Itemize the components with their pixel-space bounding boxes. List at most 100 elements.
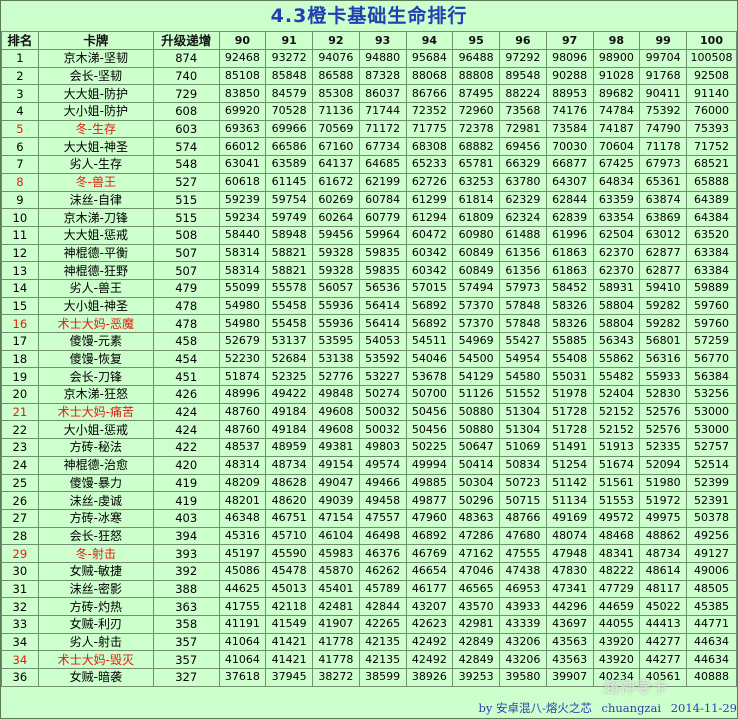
rank-cell: 2 (1, 66, 39, 86)
level-value-cell: 55458 (265, 314, 314, 333)
level-value-cell: 38926 (405, 668, 454, 687)
table-row: 2 会长-坚韧 740 85108 85848 86588 87328 88068 88808 8… (1, 66, 737, 86)
level-value-cell: 51254 (545, 455, 594, 475)
rank-cell: 15 (1, 296, 39, 316)
level-value-cell: 47557 (358, 508, 407, 528)
level-value-cell: 70030 (545, 137, 594, 157)
level-value-cell: 92508 (686, 66, 737, 86)
level-value-cell: 49039 (312, 491, 360, 510)
table-row: 4 大小姐-防护 608 69920 70528 71136 71744 72352 72960… (1, 102, 737, 121)
level-value-cell: 58314 (218, 261, 267, 280)
level-value-cell: 58931 (592, 278, 641, 298)
level-value-cell: 64137 (312, 155, 360, 174)
level-value-cell: 97292 (499, 49, 547, 68)
level-value-cell: 60784 (358, 190, 407, 210)
card-name-cell: 方砖-秘法 (37, 438, 154, 457)
level-value-cell: 57370 (452, 314, 501, 333)
rank-cell: 14 (1, 278, 39, 298)
level-value-cell: 54046 (405, 349, 454, 369)
level-value-cell: 71178 (639, 137, 688, 157)
sheet-title: 4.3橙卡基础生命排行 (1, 1, 737, 32)
level-value-cell: 49184 (265, 420, 314, 440)
card-name-cell: 劣人-射击 (37, 632, 154, 652)
level-value-cell: 50274 (358, 385, 407, 404)
level-value-cell: 45316 (218, 526, 267, 546)
level-value-cell: 67734 (358, 137, 407, 157)
level-value-cell: 46654 (405, 561, 454, 581)
level-value-cell: 53137 (265, 332, 314, 351)
card-name-cell: 沫丝-自律 (37, 190, 154, 210)
level-value-cell: 62839 (545, 208, 594, 227)
increment-cell: 548 (152, 155, 220, 174)
level-value-cell: 46953 (499, 579, 547, 599)
level-value-cell: 39580 (499, 668, 547, 687)
level-value-cell: 48209 (218, 473, 267, 493)
level-value-cell: 59835 (358, 243, 407, 263)
card-name-cell: 神棍德-狂野 (37, 261, 154, 280)
level-value-cell: 60849 (452, 261, 501, 280)
table-row: 22 大小姐-惩戒 424 48760 49184 49608 50032 50456 5088… (1, 420, 737, 440)
column-header: 排名 (1, 31, 39, 50)
level-value-cell: 41778 (312, 650, 360, 670)
level-value-cell: 60264 (312, 208, 360, 227)
card-name-cell: 会长-狂怒 (37, 526, 154, 546)
level-value-cell: 96488 (452, 49, 501, 68)
increment-cell: 388 (152, 579, 220, 599)
table-row: 23 方砖-秘法 422 48537 48959 49381 49803 50225 50647… (1, 438, 737, 457)
level-value-cell: 59282 (639, 296, 688, 316)
rank-cell: 29 (1, 544, 39, 563)
level-value-cell: 43920 (592, 650, 641, 670)
table-row: 34 术士大妈-毁灭 357 41064 41421 41778 42135 42492 428… (1, 650, 737, 670)
level-value-cell: 51728 (545, 420, 594, 440)
level-value-cell: 44634 (686, 650, 737, 670)
level-value-cell: 47341 (545, 579, 594, 599)
level-value-cell: 53256 (686, 385, 737, 404)
rank-cell: 16 (1, 314, 39, 333)
level-value-cell: 54500 (452, 349, 501, 369)
level-value-cell: 86037 (358, 84, 407, 104)
level-value-cell: 68882 (452, 137, 501, 157)
level-value-cell: 67425 (592, 155, 641, 174)
level-value-cell: 46262 (358, 561, 407, 581)
increment-cell: 422 (152, 438, 220, 457)
level-value-cell: 49572 (592, 508, 641, 528)
level-value-cell: 49127 (686, 544, 737, 563)
level-value-cell: 45385 (686, 597, 737, 616)
level-value-cell: 49975 (639, 508, 688, 528)
level-value-cell: 54980 (218, 296, 267, 316)
level-value-cell: 50647 (452, 438, 501, 457)
level-value-cell: 66012 (218, 137, 267, 157)
level-value-cell: 49803 (358, 438, 407, 457)
card-name-cell: 大小姐-神圣 (37, 296, 154, 316)
level-value-cell: 71752 (686, 137, 737, 157)
level-value-cell: 47729 (592, 579, 641, 599)
level-value-cell: 50032 (358, 420, 407, 440)
level-value-cell: 89682 (592, 84, 641, 104)
level-value-cell: 52576 (639, 402, 688, 422)
level-value-cell: 62199 (358, 172, 407, 192)
level-value-cell: 60849 (452, 243, 501, 263)
watermark: 超神导卡 (604, 678, 669, 696)
increment-cell: 419 (152, 491, 220, 510)
level-value-cell: 55458 (265, 296, 314, 316)
level-value-cell: 67973 (639, 155, 688, 174)
table-row: 31 沫丝-密影 388 44625 45013 45401 45789 46177 46565… (1, 579, 737, 599)
level-value-cell: 62324 (499, 208, 547, 227)
level-value-cell: 85308 (312, 84, 360, 104)
level-value-cell: 62504 (592, 225, 641, 245)
level-value-cell: 48734 (639, 544, 688, 563)
level-value-cell: 59749 (265, 208, 314, 227)
level-value-cell: 59889 (686, 278, 737, 298)
level-value-cell: 83850 (218, 84, 267, 104)
level-value-cell: 46348 (218, 508, 267, 528)
level-value-cell: 91140 (686, 84, 737, 104)
increment-cell: 603 (152, 119, 220, 139)
level-value-cell: 55862 (592, 349, 641, 369)
level-value-cell: 90288 (545, 66, 594, 86)
level-value-cell: 56343 (592, 332, 641, 351)
level-value-cell: 88953 (545, 84, 594, 104)
column-header: 97 (545, 31, 594, 50)
card-name-cell: 冬-生存 (37, 119, 154, 139)
level-value-cell: 66877 (545, 155, 594, 174)
rank-cell: 24 (1, 455, 39, 475)
